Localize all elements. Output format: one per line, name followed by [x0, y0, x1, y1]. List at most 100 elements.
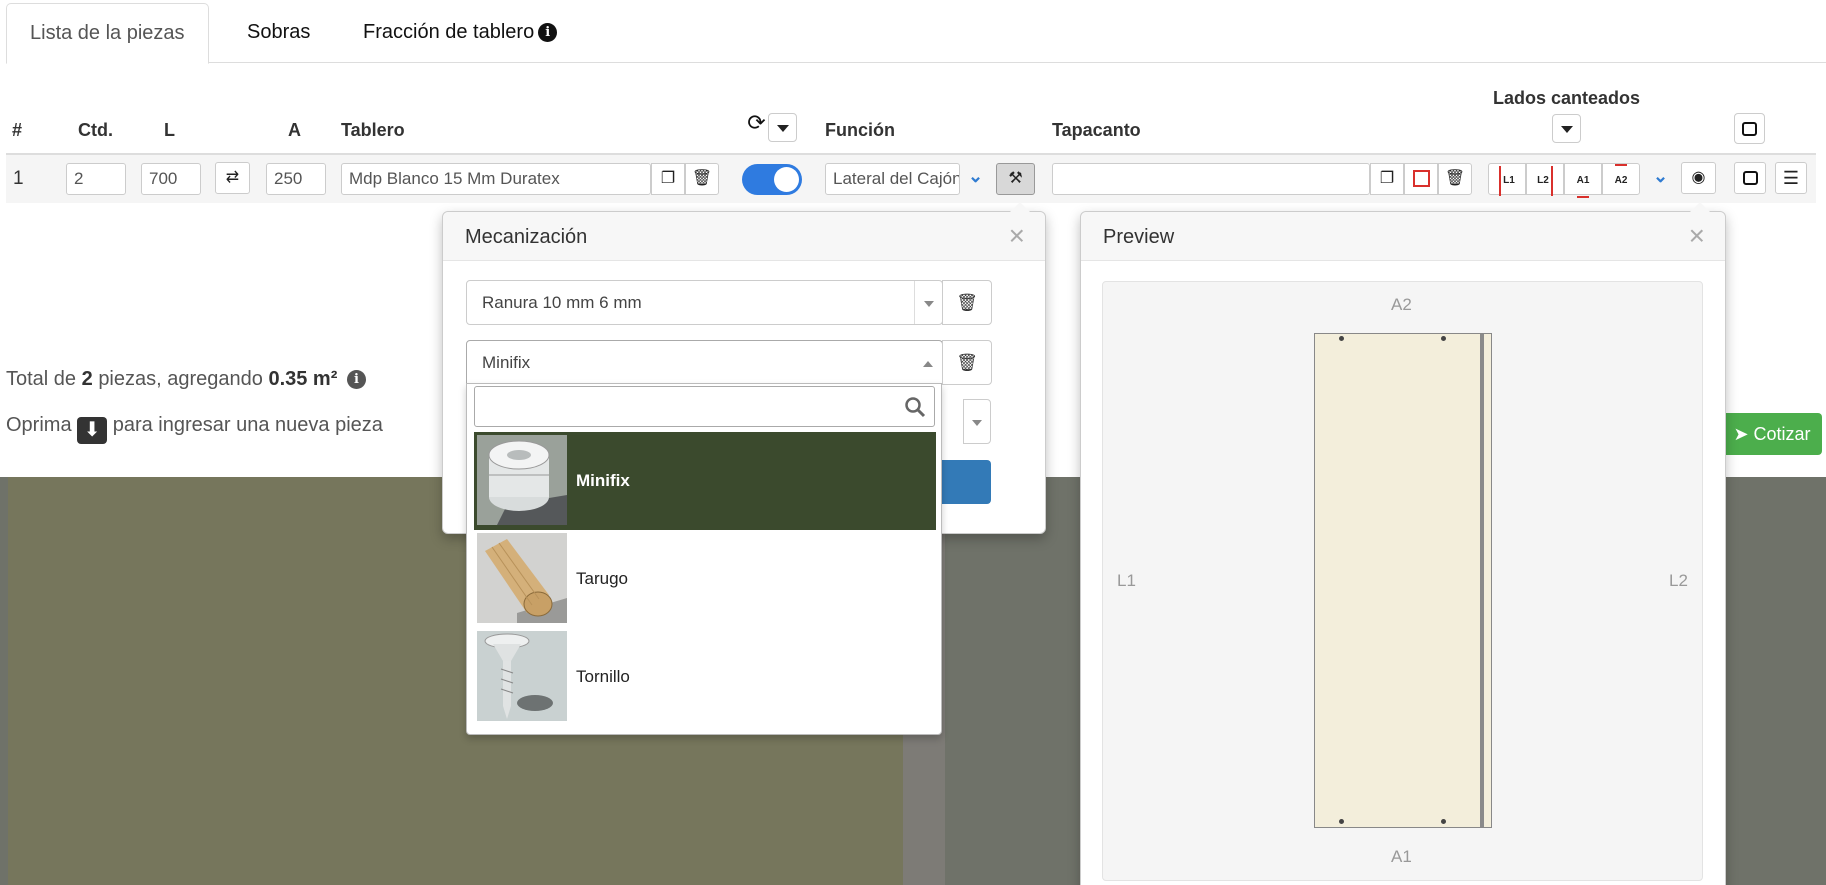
- copy-icon: ❐: [1379, 170, 1395, 187]
- summary-prefix: Total de: [6, 368, 77, 390]
- preview-toggle-button[interactable]: ◉: [1681, 162, 1716, 194]
- swap-icon: ⇄: [225, 169, 240, 186]
- header-function: Función: [825, 120, 895, 140]
- option-minifix[interactable]: Minifix: [474, 432, 936, 530]
- chevron-down-icon[interactable]: ⌄: [1653, 166, 1668, 187]
- drill-icon: ⚒: [1008, 170, 1023, 187]
- eye-slash-icon: ◉: [1691, 169, 1706, 186]
- row-index: 1: [13, 168, 24, 189]
- operation-select-1[interactable]: Ranura 10 mm 6 mm: [466, 280, 943, 325]
- color-square-icon: [1412, 170, 1430, 188]
- header-width: A: [288, 120, 301, 140]
- delete-edge-band-button[interactable]: 🗑: [1438, 163, 1472, 195]
- copy-edge-band-button[interactable]: ❐: [1370, 163, 1404, 195]
- add-operation-button[interactable]: [936, 460, 991, 504]
- edge-l1-button[interactable]: L1: [1488, 163, 1526, 196]
- operation-value: Ranura 10 mm 6 mm: [482, 293, 642, 312]
- tab-leftovers[interactable]: Sobras: [224, 3, 333, 64]
- close-icon[interactable]: ×: [1689, 222, 1705, 250]
- option-tarugo[interactable]: Tarugo: [474, 530, 936, 628]
- caret-down-icon: [972, 419, 982, 426]
- side-label-a1: A1: [1391, 847, 1412, 866]
- operation-value: Minifix: [482, 353, 531, 372]
- edge-a2-label: A2: [1614, 164, 1628, 196]
- function-input[interactable]: Lateral del Cajón: [825, 163, 960, 195]
- select-all-button[interactable]: [1734, 113, 1765, 144]
- caret-up-icon: [914, 341, 942, 384]
- hole-marker: [1339, 819, 1344, 824]
- tab-pieces-list[interactable]: Lista de la piezas: [6, 3, 209, 64]
- edge-band-color-button[interactable]: [1404, 163, 1438, 195]
- copy-icon: ❐: [660, 170, 676, 187]
- tab-label: Fracción de tablero: [363, 21, 535, 43]
- info-icon[interactable]: i: [538, 23, 558, 42]
- quote-label: Cotizar: [1753, 424, 1811, 444]
- hole-marker: [1441, 336, 1446, 341]
- board-input[interactable]: Mdp Blanco 15 Mm Duratex: [341, 163, 651, 195]
- edge-band-input[interactable]: [1052, 163, 1370, 195]
- search-icon: [905, 397, 926, 418]
- operation-select-2[interactable]: Minifix: [466, 340, 943, 385]
- option-tornillo[interactable]: Tornillo: [474, 628, 936, 726]
- chevron-down-icon: [1560, 125, 1573, 133]
- delete-board-button[interactable]: 🗑: [685, 163, 719, 195]
- operation-select-3-caret[interactable]: [963, 399, 991, 444]
- delete-operation-1-button[interactable]: 🗑: [942, 280, 992, 325]
- chevron-down-icon[interactable]: ⌄: [968, 166, 983, 187]
- preview-popover: Preview × A2 A1 L1 L2: [1080, 202, 1726, 885]
- preview-canvas: A2 A1 L1 L2: [1102, 281, 1703, 881]
- header-edged-sides: Lados canteados: [1493, 88, 1641, 108]
- toggle-knob: [774, 167, 799, 192]
- option-search-input[interactable]: [474, 386, 935, 427]
- side-label-l2: L2: [1669, 571, 1688, 590]
- edge-l2-label: L2: [1537, 166, 1553, 196]
- length-input[interactable]: 700: [141, 163, 201, 195]
- preview-title: Preview: [1081, 212, 1725, 261]
- side-label-l1: L1: [1117, 571, 1136, 590]
- edged-sides-dropdown-button[interactable]: [1552, 114, 1581, 143]
- machining-button[interactable]: ⚒: [996, 163, 1035, 195]
- hole-marker: [1441, 819, 1446, 824]
- edge-a1-label: A1: [1576, 166, 1590, 198]
- hint-prefix: Oprima: [6, 414, 72, 436]
- menu-icon: ☰: [1782, 168, 1800, 188]
- header-quantity: Ctd.: [78, 120, 113, 140]
- width-input[interactable]: 250: [266, 163, 326, 195]
- rotation-toggle[interactable]: [742, 164, 802, 195]
- header-edge-band: Tapacanto: [1052, 120, 1141, 140]
- rotate-icon[interactable]: ⟳: [742, 112, 771, 141]
- popover-arrow: [1690, 202, 1710, 212]
- tab-label: Lista de la piezas: [30, 22, 185, 44]
- hint-suffix: para ingresar una nueva pieza: [112, 414, 383, 436]
- info-icon[interactable]: i: [346, 370, 366, 389]
- tab-bar: Lista de la piezas Sobras Fracción de ta…: [6, 0, 1826, 64]
- edge-a2-button[interactable]: A2: [1602, 163, 1640, 195]
- edge-l2-button[interactable]: L2: [1526, 163, 1564, 196]
- square-icon: [1742, 170, 1758, 185]
- tab-board-fraction[interactable]: Fracción de tablero i: [340, 3, 580, 64]
- quote-button[interactable]: ➤ Cotizar: [1722, 413, 1822, 455]
- close-icon[interactable]: ×: [1009, 222, 1025, 250]
- copy-board-button[interactable]: ❐: [651, 163, 685, 195]
- header-length: L: [164, 120, 175, 140]
- swap-dimensions-button[interactable]: ⇄: [215, 162, 250, 194]
- row-select-button[interactable]: [1734, 162, 1766, 194]
- arrow-down-key-icon: ⬇: [77, 417, 108, 444]
- popover-arrow: [1010, 202, 1030, 212]
- summary-count: 2: [81, 368, 93, 390]
- quantity-input[interactable]: 2: [66, 163, 126, 195]
- edge-a1-button[interactable]: A1: [1564, 163, 1602, 198]
- rotation-dropdown-button[interactable]: [768, 113, 797, 142]
- tornillo-image: [477, 631, 567, 721]
- option-label: Tornillo: [576, 667, 630, 686]
- new-piece-hint: Oprima ⬇ para ingresar una nueva pieza: [6, 414, 383, 444]
- hole-marker: [1339, 336, 1344, 341]
- delete-operation-2-button[interactable]: 🗑: [942, 340, 992, 385]
- option-label: Tarugo: [576, 569, 628, 588]
- machining-title: Mecanización: [443, 212, 1045, 261]
- row-menu-button[interactable]: ☰: [1775, 162, 1807, 194]
- groove-line: [1480, 334, 1484, 827]
- operation-options-dropdown: Minifix Tarugo Tornillo: [466, 383, 942, 735]
- tarugo-image: [477, 533, 567, 623]
- square-icon: [1742, 122, 1757, 137]
